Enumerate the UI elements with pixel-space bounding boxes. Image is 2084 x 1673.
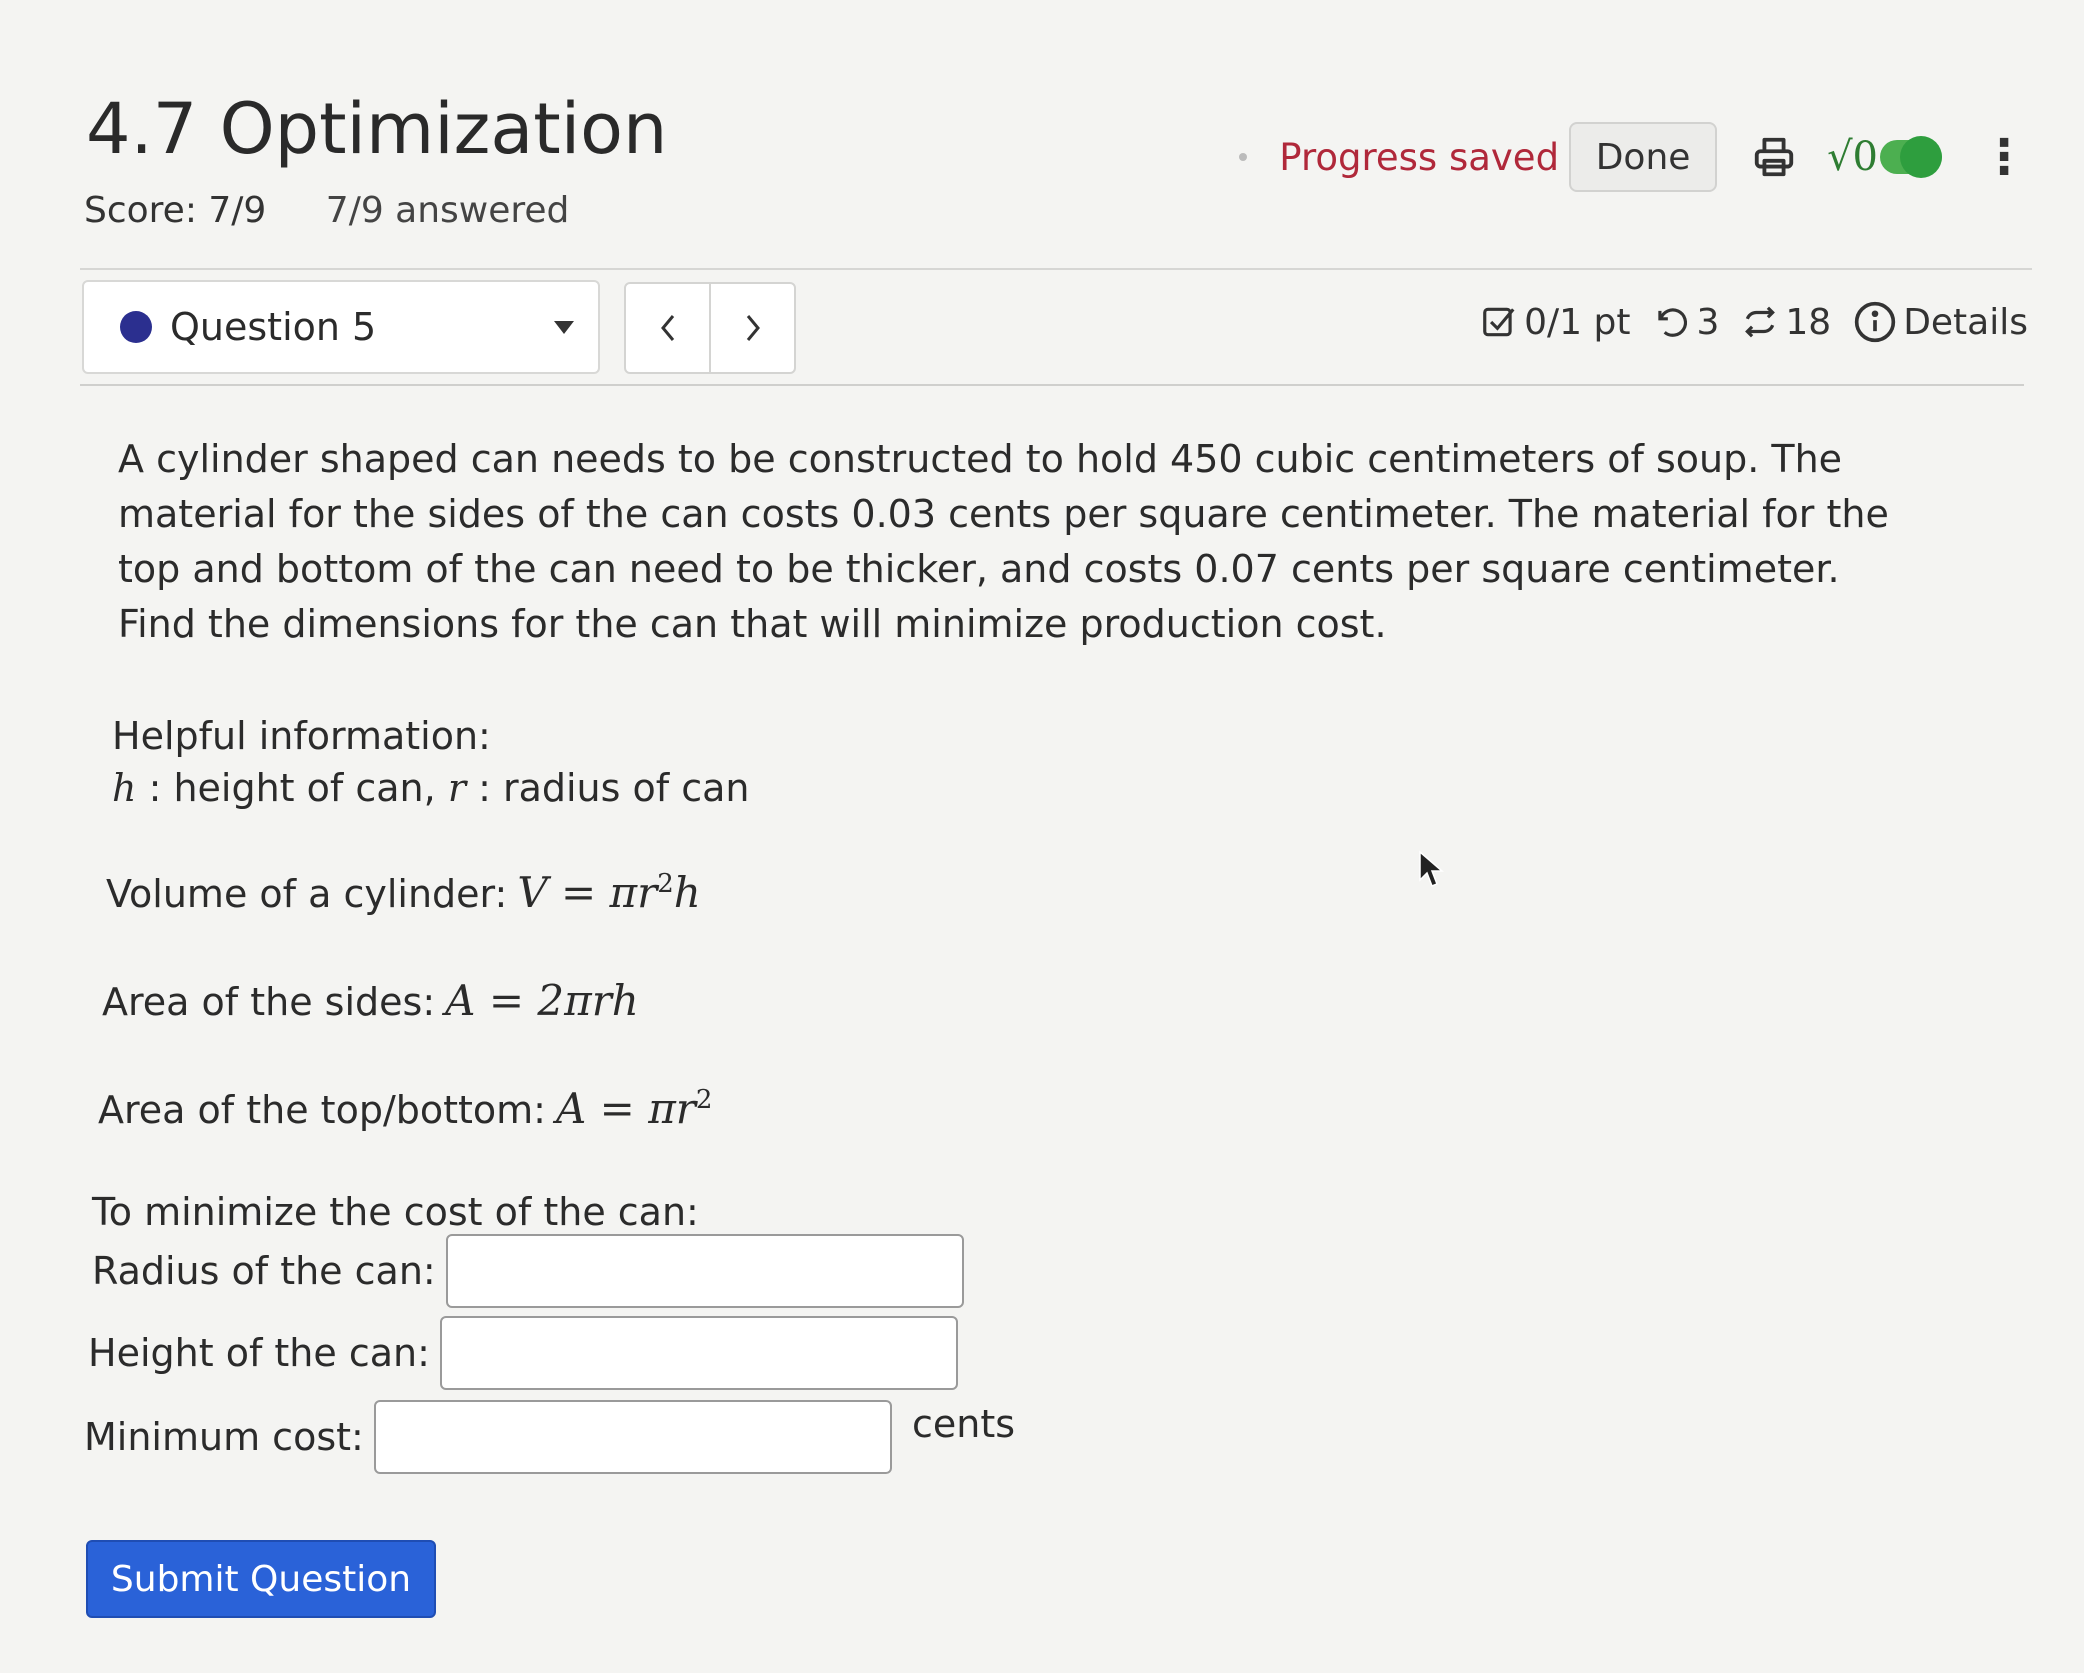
volume-formula: V = πr2h [517, 868, 701, 917]
question-nav-buttons [624, 282, 796, 374]
info-icon [1855, 301, 1896, 343]
details-label: Details [1903, 301, 2028, 343]
question-selector-label: Question 5 [170, 305, 377, 349]
details-link[interactable]: Details [1853, 300, 2028, 344]
math-entry-label: √0 [1827, 134, 1878, 180]
height-input[interactable] [439, 1316, 958, 1390]
question-status-dot-icon [120, 311, 152, 343]
question-divider [80, 384, 2024, 386]
minimize-instruction: To minimize the cost of the can: [92, 1190, 699, 1234]
radius-row: Radius of the can: [92, 1234, 964, 1308]
topbottom-formula: A = πr2 [555, 1084, 713, 1133]
helpful-information: Helpful information: h : height of can, … [112, 710, 749, 814]
cost-unit: cents [912, 1402, 1016, 1446]
radius-input[interactable] [445, 1234, 964, 1308]
submit-question-button[interactable]: Submit Question [86, 1540, 436, 1618]
topbottom-label: Area of the top/bottom: [98, 1088, 546, 1132]
more-options-icon[interactable]: ⋮ [1980, 133, 2028, 181]
height-label: Height of the can: [88, 1331, 430, 1375]
toggle-knob [1900, 136, 1942, 178]
volume-label: Volume of a cylinder: [106, 872, 508, 916]
points-text: 0/1 pt [1524, 301, 1631, 343]
math-entry-toggle[interactable] [1880, 136, 1942, 178]
chevron-left-icon [660, 315, 674, 341]
retries-indicator: 3 [1652, 302, 1719, 343]
status-dot-icon [1239, 153, 1248, 161]
done-button[interactable]: Done [1569, 122, 1718, 192]
progress-saved-status: Progress saved [1279, 135, 1560, 179]
topbottom-formula-line: Area of the top/bottom: A = πr2 [98, 1084, 712, 1133]
helpful-title: Helpful information: [112, 714, 491, 758]
chevron-right-icon [746, 315, 760, 341]
height-row: Height of the can: [88, 1316, 958, 1390]
next-question-button[interactable] [709, 284, 794, 372]
points-indicator: 0/1 pt [1480, 302, 1630, 343]
score-text: Score: 7/9 [84, 190, 267, 231]
question-selector[interactable]: Question 5 [82, 280, 600, 374]
sides-formula: A = 2πrh [445, 976, 639, 1025]
score-line: Score: 7/9 7/9 answered [84, 190, 617, 231]
sides-label: Area of the sides: [102, 980, 436, 1024]
answered-count: 7/9 answered [325, 190, 570, 231]
var-r: r [447, 766, 466, 810]
retries-count: 3 [1696, 301, 1720, 343]
previous-question-button[interactable] [626, 284, 709, 372]
header-divider [80, 268, 2032, 270]
volume-formula-line: Volume of a cylinder: V = πr2h [106, 868, 701, 917]
radius-label: Radius of the can: [92, 1249, 436, 1293]
cost-row: Minimum cost: [84, 1400, 892, 1474]
cost-label: Minimum cost: [84, 1415, 364, 1459]
checkbox-icon [1483, 307, 1515, 337]
minimum-cost-input[interactable] [373, 1400, 892, 1474]
mouse-cursor-icon [1419, 850, 1444, 887]
attempts-count: 18 [1785, 301, 1832, 343]
print-icon[interactable] [1751, 134, 1797, 180]
attempts-cycle-icon [1745, 306, 1776, 338]
caret-down-icon [554, 320, 574, 334]
problem-text: A cylinder shaped can needs to be constr… [118, 437, 1889, 646]
question-meta: 0/1 pt 3 18 Details [1458, 300, 2028, 344]
variable-definitions: h : height of can, r : radius of can [112, 762, 749, 814]
var-h: h [112, 766, 137, 810]
sides-formula-line: Area of the sides: A = 2πrh [102, 976, 639, 1025]
attempts-indicator: 18 [1741, 302, 1831, 343]
var-r-desc: : radius of can [478, 766, 750, 810]
page: 4.7 Optimization Score: 7/9 7/9 answered… [0, 0, 2084, 1673]
top-toolbar: Progress saved Done √0 ⋮ [1239, 122, 2028, 192]
retry-icon [1658, 308, 1688, 337]
page-title: 4.7 Optimization [86, 88, 668, 170]
var-h-desc: : height of can, [148, 766, 436, 810]
